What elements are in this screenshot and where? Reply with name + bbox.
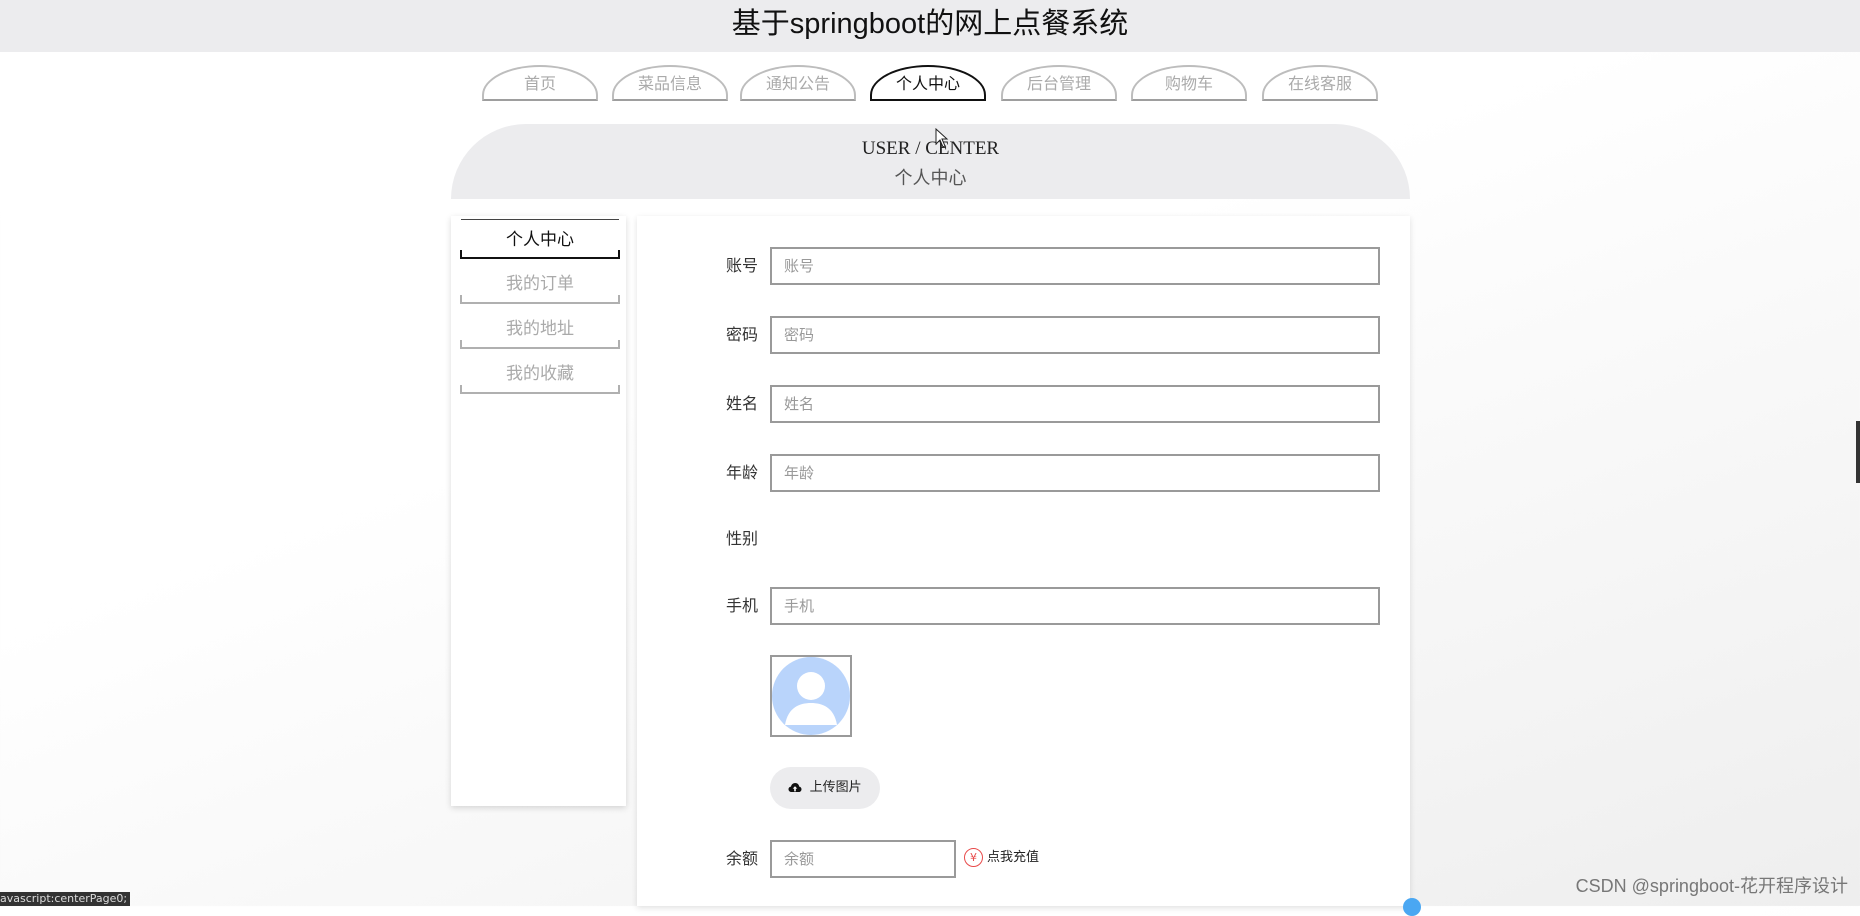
sidebar-item-my-favorites[interactable]: 我的收藏 (460, 354, 620, 394)
scrollbar-indicator[interactable] (1856, 421, 1860, 483)
nav-cart[interactable]: 购物车 (1131, 65, 1247, 101)
watermark-text: CSDN @springboot-花开程序设计 (1575, 876, 1848, 896)
default-avatar-icon (772, 657, 850, 735)
phone-row: 手机 (637, 586, 1410, 626)
password-row: 密码 (637, 315, 1410, 355)
banner-title-en: USER / CENTER (861, 138, 1000, 159)
gender-row: 性别 (637, 519, 1410, 559)
account-row: 账号 (637, 246, 1410, 286)
yen-icon: ¥ (964, 848, 983, 867)
profile-form: 账号 密码 姓名 年龄 性别 手机 上传图片 余额 (637, 216, 1410, 906)
password-input[interactable] (770, 316, 1380, 354)
floating-blue-dot[interactable] (1403, 898, 1421, 916)
sidebar-item-my-orders[interactable]: 我的订单 (460, 264, 620, 304)
banner-title-cn: 个人中心 (894, 168, 967, 188)
upload-image-label: 上传图片 (809, 780, 862, 795)
browser-status-bar: avascript:centerPage0; (0, 892, 130, 906)
app-title: 基于springboot的网上点餐系统 (731, 8, 1129, 40)
mouse-cursor-icon (935, 127, 949, 152)
name-label: 姓名 (725, 394, 758, 413)
balance-input[interactable] (770, 840, 956, 878)
main-nav: 首页 菜品信息 通知公告 个人中心 后台管理 购物车 在线客服 (0, 65, 1860, 105)
nav-online-service[interactable]: 在线客服 (1262, 65, 1378, 101)
nav-dishes[interactable]: 菜品信息 (612, 65, 728, 101)
cloud-upload-icon (788, 782, 802, 792)
nav-home[interactable]: 首页 (482, 65, 598, 101)
nav-admin[interactable]: 后台管理 (1001, 65, 1117, 101)
name-input[interactable] (770, 385, 1380, 423)
top-header: 基于springboot的网上点餐系统 (0, 0, 1860, 52)
upload-image-button[interactable]: 上传图片 (770, 767, 880, 809)
sidebar-item-user-center[interactable]: 个人中心 (460, 219, 620, 259)
balance-label: 余额 (725, 849, 758, 868)
recharge-label: 点我充值 (987, 850, 1040, 865)
page-banner: USER / CENTER 个人中心 (451, 124, 1410, 199)
gender-label: 性别 (725, 529, 758, 548)
sidebar-item-my-address[interactable]: 我的地址 (460, 309, 620, 349)
age-row: 年龄 (637, 453, 1410, 493)
account-input[interactable] (770, 247, 1380, 285)
password-label: 密码 (725, 325, 758, 344)
nav-user-center[interactable]: 个人中心 (870, 65, 986, 101)
name-row: 姓名 (637, 384, 1410, 424)
age-label: 年龄 (725, 463, 758, 482)
nav-notices[interactable]: 通知公告 (740, 65, 856, 101)
account-label: 账号 (725, 256, 758, 275)
recharge-link[interactable]: ¥ 点我充值 (964, 847, 1039, 869)
phone-input[interactable] (770, 587, 1380, 625)
phone-label: 手机 (725, 596, 758, 615)
avatar-preview[interactable] (770, 655, 852, 737)
age-input[interactable] (770, 454, 1380, 492)
sidebar: 个人中心 我的订单 我的地址 我的收藏 (451, 216, 626, 806)
